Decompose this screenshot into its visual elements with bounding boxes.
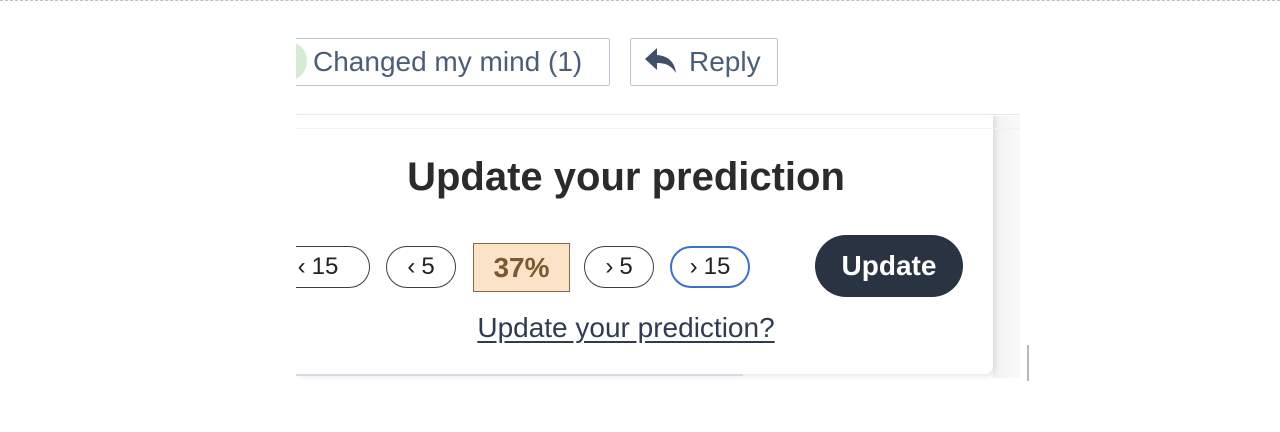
chevron-left-icon: ‹: [297, 253, 306, 280]
comment-region: Changed my mind (1) Reply Update your pr…: [296, 0, 1036, 432]
increase-5-label: 5: [619, 253, 633, 280]
divider: [296, 128, 1020, 129]
chevron-right-icon: ›: [689, 253, 698, 280]
increase-15-button[interactable]: › 15: [670, 246, 750, 288]
update-button[interactable]: Update: [815, 235, 963, 297]
reply-arrow-icon: [643, 46, 679, 78]
decrease-15-label: 15: [311, 253, 339, 280]
side-panel-edge: [993, 116, 1020, 378]
chevron-right-icon: ›: [605, 253, 614, 280]
divider: [296, 374, 743, 376]
card-title: Update your prediction: [407, 155, 845, 199]
current-prediction-value[interactable]: 37%: [473, 243, 570, 292]
decrease-5-button[interactable]: ‹ 5: [386, 246, 456, 288]
update-prediction-link[interactable]: Update your prediction?: [296, 312, 956, 344]
changed-my-mind-button[interactable]: Changed my mind (1): [296, 38, 610, 86]
increase-5-button[interactable]: › 5: [584, 246, 654, 288]
scrollbar[interactable]: [1027, 345, 1029, 381]
divider: [296, 114, 1020, 115]
increase-15-label: 15: [703, 253, 731, 280]
decrease-5-label: 5: [421, 253, 435, 280]
decrease-15-button[interactable]: ‹ 15: [296, 246, 370, 288]
chevron-left-icon: ‹: [407, 253, 416, 280]
changed-mind-icon: [296, 41, 307, 81]
reply-button[interactable]: Reply: [630, 38, 778, 86]
reply-label: Reply: [689, 46, 761, 77]
changed-my-mind-label: Changed my mind (1): [313, 46, 583, 77]
